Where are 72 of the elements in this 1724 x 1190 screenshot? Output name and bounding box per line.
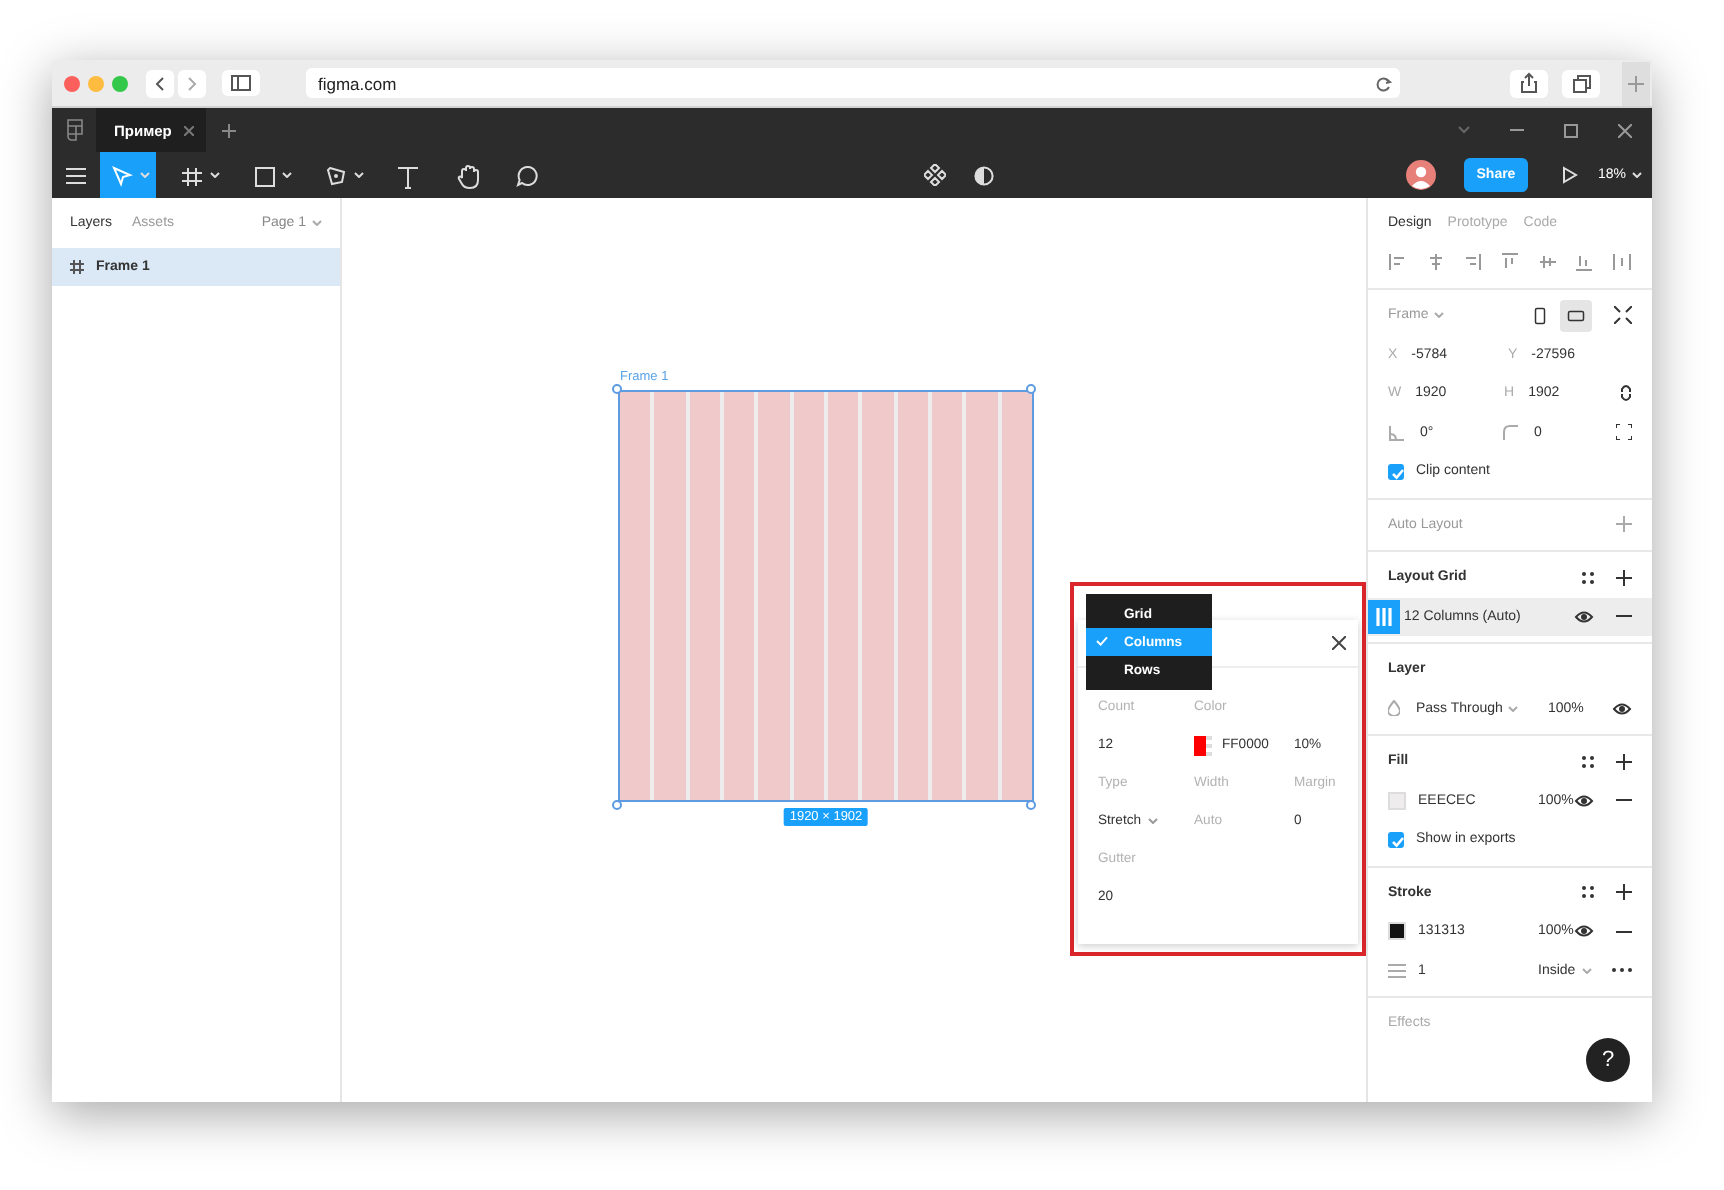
back-button[interactable] <box>146 69 174 97</box>
plus-icon[interactable] <box>1616 884 1632 901</box>
resize-handle[interactable] <box>1026 800 1036 810</box>
help-button[interactable]: ? <box>1586 1038 1630 1082</box>
align-icon[interactable] <box>1425 252 1446 273</box>
move-tool-button[interactable] <box>100 152 156 198</box>
align-icon[interactable] <box>1611 252 1632 273</box>
align-icon[interactable] <box>1574 252 1595 273</box>
hand-icon <box>452 159 484 191</box>
chevron-down-icon <box>1434 312 1445 319</box>
components-icon[interactable] <box>924 164 946 186</box>
color-swatch[interactable] <box>1388 791 1406 810</box>
align-icon[interactable] <box>1499 252 1520 273</box>
sidebar-button[interactable] <box>222 70 260 96</box>
corner-radius-icon <box>1502 423 1520 442</box>
add-tab-icon[interactable] <box>221 123 236 137</box>
present-icon[interactable] <box>1561 166 1578 184</box>
eye-icon[interactable] <box>1574 793 1594 808</box>
eye-icon[interactable] <box>1612 701 1632 716</box>
align-icon[interactable] <box>1537 252 1558 273</box>
chevron-down-icon <box>1581 967 1592 974</box>
blend-icon <box>1388 700 1400 717</box>
align-icon[interactable] <box>1462 252 1483 273</box>
contrast-icon[interactable] <box>974 165 994 185</box>
menu-icon[interactable] <box>66 167 86 183</box>
minimize-icon[interactable] <box>1510 128 1524 132</box>
chevron-down-icon <box>354 172 364 178</box>
rotation-icon <box>1388 423 1406 442</box>
chevron-down-icon <box>1508 705 1519 712</box>
color-swatch[interactable] <box>1388 922 1406 941</box>
eye-icon[interactable] <box>1574 924 1594 939</box>
close-icon[interactable] <box>1618 123 1632 137</box>
plus-icon[interactable] <box>1616 569 1632 586</box>
landscape-icon[interactable] <box>1560 299 1592 332</box>
resize-to-fit-icon[interactable] <box>1614 306 1632 325</box>
chevron-down-icon[interactable] <box>1458 126 1470 134</box>
eye-icon[interactable] <box>1574 609 1594 624</box>
more-icon[interactable] <box>1612 968 1632 973</box>
styles-icon[interactable] <box>1582 571 1594 584</box>
reload-icon[interactable] <box>1376 75 1392 91</box>
styles-icon[interactable] <box>1582 755 1594 768</box>
chevron-down-icon <box>1632 172 1642 178</box>
check-icon <box>1096 636 1108 646</box>
plus-icon[interactable] <box>1616 753 1632 770</box>
chevron-down-icon <box>210 172 220 178</box>
avatar[interactable] <box>1405 160 1436 190</box>
resize-handle[interactable] <box>612 384 622 394</box>
frame-icon <box>70 260 84 274</box>
independent-corners-icon[interactable] <box>1616 424 1632 441</box>
figma-logo-icon[interactable] <box>66 118 84 142</box>
check-icon <box>1390 465 1406 482</box>
close-icon[interactable] <box>1332 636 1346 650</box>
stroke-weight-icon <box>1388 963 1406 978</box>
chevron-down-icon <box>282 172 292 178</box>
chevron-down-icon <box>140 172 150 178</box>
constrain-proportions-icon[interactable] <box>1620 384 1632 403</box>
share-icon[interactable] <box>1510 69 1548 97</box>
chevron-down-icon <box>1147 818 1158 824</box>
resize-handle[interactable] <box>1026 384 1036 394</box>
address-field[interactable]: figma.com <box>306 68 1400 98</box>
checkbox[interactable] <box>1388 463 1404 480</box>
window-close-button[interactable] <box>64 75 80 91</box>
align-icon[interactable] <box>1388 252 1408 273</box>
maximize-icon[interactable] <box>1564 123 1578 137</box>
resize-handle[interactable] <box>612 800 622 810</box>
styles-icon[interactable] <box>1582 886 1594 899</box>
tabs-icon[interactable] <box>1562 69 1600 97</box>
chevron-down-icon <box>312 220 322 226</box>
color-swatch[interactable] <box>1194 735 1212 755</box>
checkbox[interactable] <box>1388 831 1404 848</box>
column-grid-icon[interactable] <box>1368 599 1400 634</box>
check-icon <box>1390 833 1406 850</box>
